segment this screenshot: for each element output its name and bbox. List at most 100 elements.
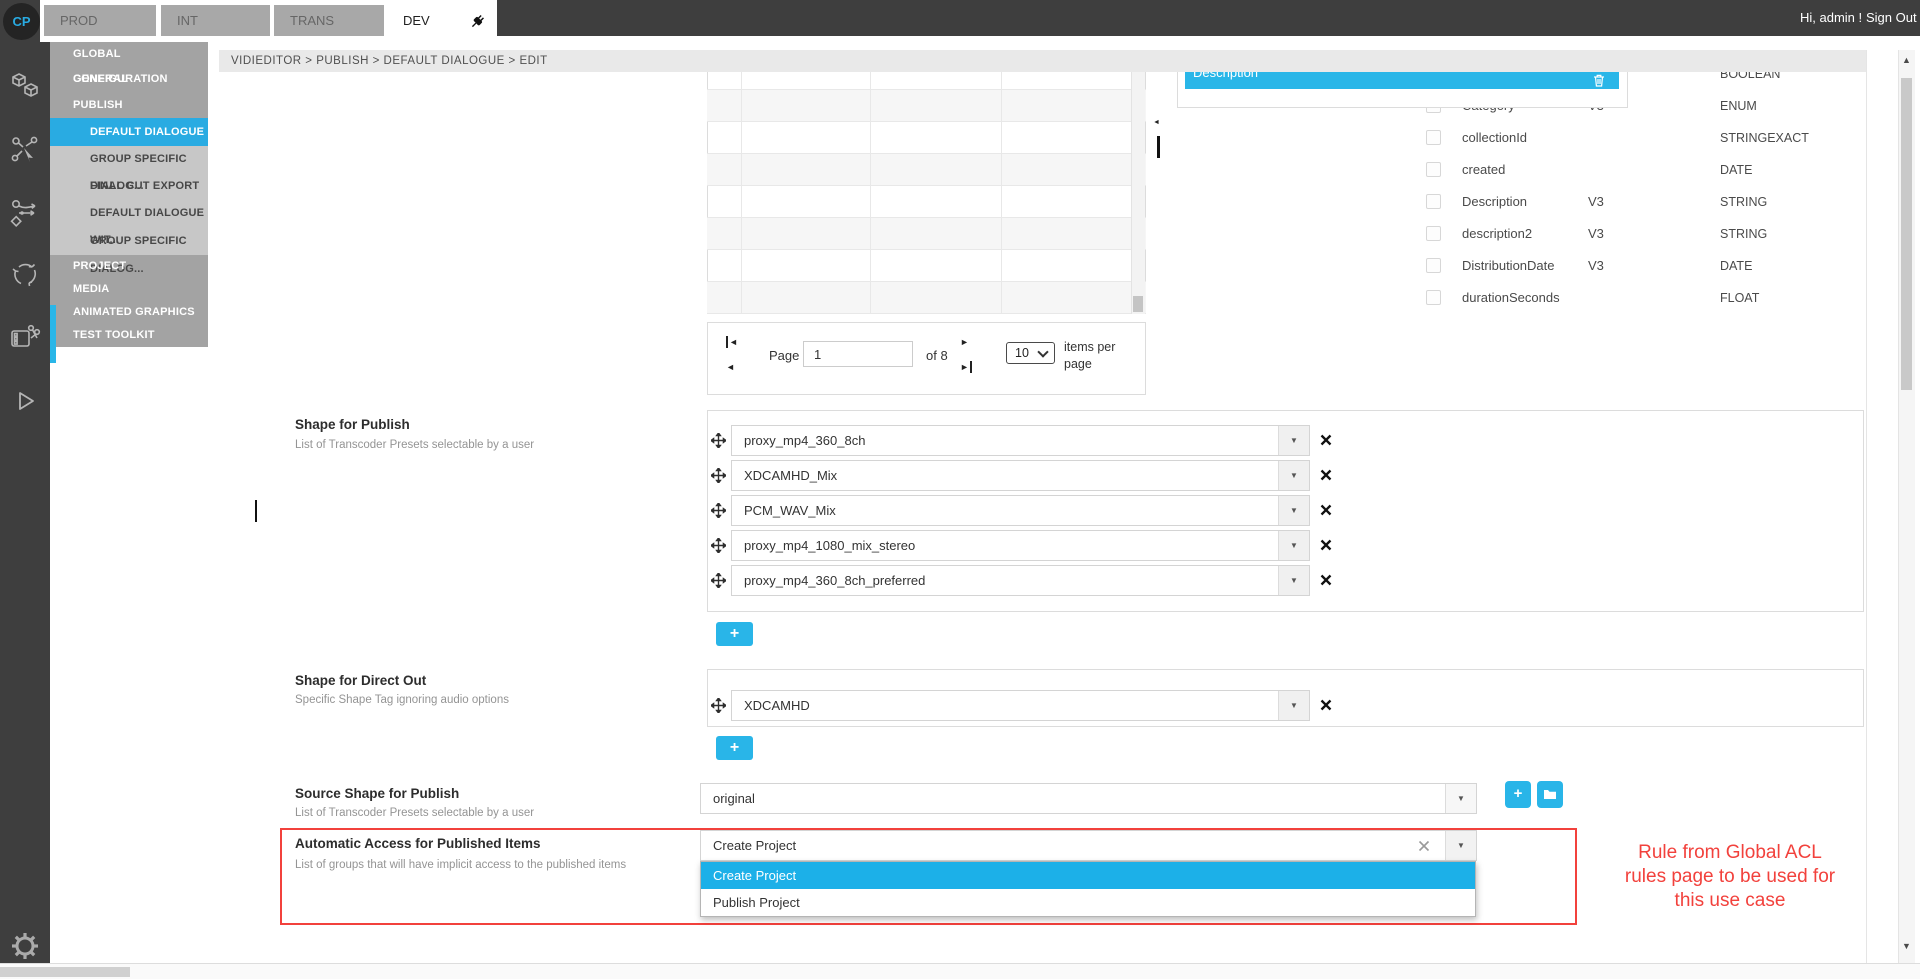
items-per-page-select[interactable]: 10 bbox=[1006, 342, 1055, 364]
tab-dev[interactable]: DEV bbox=[387, 5, 497, 42]
shape-for-publish-subtitle: List of Transcoder Presets selectable by… bbox=[295, 439, 534, 451]
tab-label: PROD bbox=[60, 13, 98, 28]
sidebar-item-project[interactable]: PROJECT bbox=[50, 255, 208, 278]
field-type-cell: FLOAT bbox=[1720, 282, 1759, 314]
tab-int[interactable]: INT bbox=[161, 5, 270, 36]
auto-access-subtitle: List of groups that will have implicit a… bbox=[295, 859, 626, 871]
workflow-icon[interactable] bbox=[9, 197, 41, 229]
source-shape-select[interactable]: original ▼ bbox=[700, 783, 1477, 814]
first-page-button[interactable]: ◄ bbox=[726, 336, 738, 348]
direct-out-select[interactable]: XDCAMHD ▼ bbox=[731, 690, 1310, 721]
dropdown-arrow-icon[interactable]: ▼ bbox=[1278, 691, 1309, 720]
dropdown-arrow-icon[interactable]: ▼ bbox=[1445, 784, 1476, 813]
tab-prod[interactable]: PROD bbox=[44, 5, 156, 36]
shape-direct-out-title: Shape for Direct Out bbox=[295, 673, 426, 688]
sidebar-item-global-configuration[interactable]: GLOBAL CONFIGURATION bbox=[50, 42, 208, 67]
video-editor-icon[interactable] bbox=[9, 322, 41, 354]
browse-folder-button[interactable] bbox=[1537, 781, 1563, 808]
prev-page-button[interactable]: ◄ bbox=[726, 361, 735, 373]
table-row: description2 V3 STRING bbox=[707, 218, 1146, 250]
sidebar-item-final-cut-export[interactable]: FINAL CUT EXPORT bbox=[50, 173, 208, 200]
last-page-button[interactable]: ► bbox=[960, 361, 972, 373]
shape-preset-select[interactable]: PCM_WAV_Mix ▼ bbox=[731, 495, 1310, 526]
row-checkbox[interactable] bbox=[1426, 130, 1441, 145]
add-direct-out-button[interactable]: + bbox=[716, 736, 753, 760]
field-type-cell: STRING bbox=[1720, 218, 1767, 250]
settings-gear-icon[interactable] bbox=[9, 930, 41, 962]
dropdown-arrow-icon[interactable]: ▼ bbox=[1278, 566, 1309, 595]
add-source-shape-button[interactable]: + bbox=[1505, 781, 1531, 808]
add-shape-button[interactable]: + bbox=[716, 622, 753, 646]
field-v3-cell: V3 bbox=[1588, 218, 1604, 250]
table-scrollbar-thumb[interactable] bbox=[1133, 296, 1143, 312]
option-create-project[interactable]: Create Project bbox=[701, 862, 1475, 889]
tab-trans[interactable]: TRANS bbox=[274, 5, 384, 36]
table-row: Category V3 ENUM bbox=[707, 90, 1146, 122]
sidebar-item-animated-graphics[interactable]: ANIMATED GRAPHICS bbox=[50, 301, 208, 324]
table-scrollbar[interactable] bbox=[1131, 55, 1145, 314]
page-number-input[interactable] bbox=[803, 341, 913, 367]
dropdown-arrow-icon[interactable]: ▼ bbox=[1278, 496, 1309, 525]
row-checkbox[interactable] bbox=[1426, 258, 1441, 273]
tab-label: DEV bbox=[403, 13, 430, 28]
shape-preset-value: proxy_mp4_360_8ch bbox=[732, 426, 1309, 455]
scroll-down-icon[interactable]: ▼ bbox=[1902, 941, 1911, 951]
remove-preset-icon[interactable] bbox=[1320, 574, 1332, 586]
shape-preset-select[interactable]: proxy_mp4_360_8ch_preferred ▼ bbox=[731, 565, 1310, 596]
dropdown-arrow-icon[interactable]: ▼ bbox=[1278, 426, 1309, 455]
remove-preset-icon[interactable] bbox=[1320, 539, 1332, 551]
sidebar-item-publish[interactable]: PUBLISH bbox=[50, 92, 208, 118]
option-publish-project[interactable]: Publish Project bbox=[701, 889, 1475, 916]
sidebar-item-group-specific-dialogue-2[interactable]: GROUP SPECIFIC DIALOG... bbox=[50, 227, 208, 255]
remove-preset-icon[interactable] bbox=[1320, 434, 1332, 446]
table-row: collectionId STRINGEXACT bbox=[707, 122, 1146, 154]
shape-preset-select[interactable]: proxy_mp4_360_8ch ▼ bbox=[731, 425, 1310, 456]
drag-handle-icon[interactable] bbox=[711, 433, 726, 448]
sign-out-link[interactable]: Sign Out bbox=[1866, 0, 1917, 36]
splitter-arrow-icon[interactable]: ◄ bbox=[1153, 119, 1160, 126]
remove-preset-icon[interactable] bbox=[1320, 469, 1332, 481]
sidebar-item-default-dialogue-with[interactable]: DEFAULT DIALOGUE WIT... bbox=[50, 200, 208, 227]
row-checkbox[interactable] bbox=[1426, 226, 1441, 241]
drag-handle-icon[interactable] bbox=[711, 538, 726, 553]
sidebar-item-group-specific-dialogue[interactable]: GROUP SPECIFIC DIALOG... bbox=[50, 146, 208, 173]
horizontal-scrollbar[interactable] bbox=[0, 963, 1920, 979]
player-icon[interactable] bbox=[9, 385, 41, 417]
trash-icon[interactable] bbox=[1593, 74, 1605, 87]
shape-preset-select[interactable]: XDCAMHD_Mix ▼ bbox=[731, 460, 1310, 491]
source-shape-title: Source Shape for Publish bbox=[295, 786, 459, 801]
user-greeting: Hi, admin ! bbox=[1800, 0, 1862, 36]
shape-preset-select[interactable]: proxy_mp4_1080_mix_stereo ▼ bbox=[731, 530, 1310, 561]
auto-access-combobox[interactable]: Create Project ▼ bbox=[700, 830, 1477, 861]
scroll-up-icon[interactable]: ▲ bbox=[1902, 55, 1911, 65]
dropdown-arrow-icon[interactable]: ▼ bbox=[1278, 531, 1309, 560]
dropdown-arrow-icon[interactable]: ▼ bbox=[1278, 461, 1309, 490]
drag-handle-icon[interactable] bbox=[711, 573, 726, 588]
remove-preset-icon[interactable] bbox=[1320, 699, 1332, 711]
row-checkbox[interactable] bbox=[1426, 290, 1441, 305]
modules-icon[interactable] bbox=[9, 70, 41, 102]
lifecycle-icon[interactable] bbox=[9, 258, 41, 290]
remove-preset-icon[interactable] bbox=[1320, 504, 1332, 516]
drag-handle-icon[interactable] bbox=[711, 503, 726, 518]
sidebar-item-general[interactable]: GENERAL bbox=[50, 67, 208, 92]
drag-handle-icon[interactable] bbox=[711, 468, 726, 483]
sidebar-item-default-dialogue[interactable]: DEFAULT DIALOGUE bbox=[50, 118, 208, 146]
row-checkbox[interactable] bbox=[1426, 194, 1441, 209]
table-row: created DATE bbox=[707, 154, 1146, 186]
tab-label: TRANS bbox=[290, 13, 334, 28]
drag-handle-icon[interactable] bbox=[711, 698, 726, 713]
sidebar-item-media[interactable]: MEDIA bbox=[50, 278, 208, 301]
items-per-page-value: 10 bbox=[1015, 346, 1029, 360]
app-logo[interactable]: CP bbox=[3, 3, 40, 40]
clear-selection-icon[interactable] bbox=[1418, 840, 1430, 852]
design-icon[interactable] bbox=[9, 134, 41, 166]
horizontal-scrollbar-thumb[interactable] bbox=[0, 967, 130, 977]
splitter-handle[interactable] bbox=[1157, 136, 1160, 158]
vertical-scrollbar-thumb[interactable] bbox=[1901, 78, 1912, 390]
row-checkbox[interactable] bbox=[1426, 162, 1441, 177]
source-shape-subtitle: List of Transcoder Presets selectable by… bbox=[295, 807, 534, 819]
dropdown-arrow-icon[interactable]: ▼ bbox=[1445, 831, 1476, 860]
next-page-button[interactable]: ► bbox=[960, 336, 969, 348]
sidebar-item-test-toolkit[interactable]: TEST TOOLKIT bbox=[50, 324, 208, 347]
